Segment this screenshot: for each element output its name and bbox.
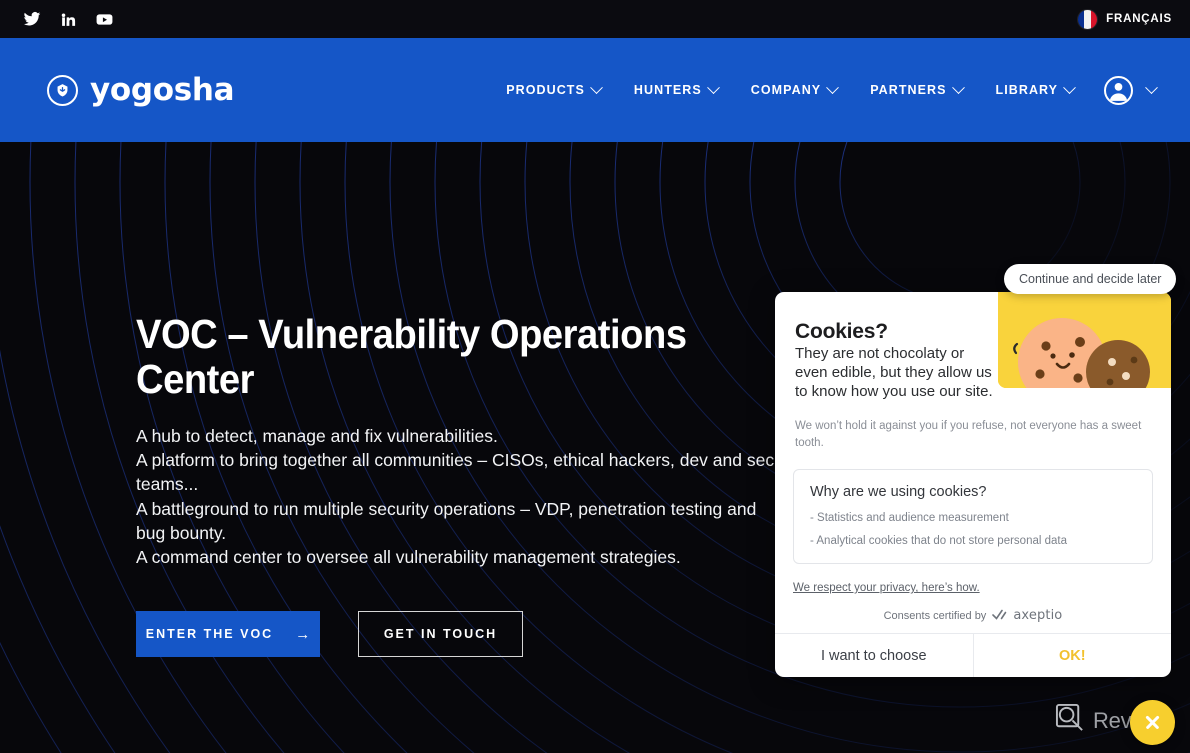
consents-certified: Consents certified by axeptio xyxy=(775,608,1171,623)
main-navigation: yogosha PRODUCTS HUNTERS COMPANY PARTNER… xyxy=(0,38,1190,142)
top-utility-bar: FRANÇAIS xyxy=(0,0,1190,38)
i-want-to-choose-button[interactable]: I want to choose xyxy=(775,634,974,677)
enter-the-voc-label: ENTER THE VOC xyxy=(145,627,274,642)
continue-later-label: Continue and decide later xyxy=(1019,272,1162,286)
hero-line-2: A platform to bring together all communi… xyxy=(136,450,775,495)
chevron-down-icon xyxy=(590,80,603,94)
hero-line-3: A battleground to run multiple security … xyxy=(136,498,757,543)
hero-cta-group: ENTER THE VOC → GET IN TOUCH xyxy=(136,611,836,658)
nav-label-partners: PARTNERS xyxy=(870,83,947,97)
nav-item-library[interactable]: LIBRARY xyxy=(995,80,1076,97)
nav-label-company: COMPANY xyxy=(750,83,822,97)
cookie-actions: I want to choose OK! xyxy=(775,633,1171,677)
certified-prefix: Consents certified by xyxy=(883,609,987,622)
nav-item-company[interactable]: COMPANY xyxy=(750,80,840,97)
linkedin-icon[interactable] xyxy=(58,9,78,29)
page-title: VOC – Vulnerability Operations Center xyxy=(136,311,687,403)
cookie-purpose-item: - Analytical cookies that do not store p… xyxy=(810,535,1067,548)
hero-line-1: A hub to detect, manage and fix vulnerab… xyxy=(136,426,498,447)
chevron-down-icon xyxy=(1063,80,1076,94)
yogosha-mark-icon xyxy=(47,74,78,106)
nav-label-hunters: HUNTERS xyxy=(633,83,702,97)
cookie-illustration xyxy=(998,292,1171,388)
cookie-title: Cookies? xyxy=(795,320,888,343)
cookie-note: We won’t hold it against you if you refu… xyxy=(795,419,1142,449)
cookie-header: Cookies? They are not chocolaty or even … xyxy=(775,292,1020,402)
cookie-purpose-item: - Statistics and audience measurement xyxy=(810,512,1009,525)
language-label: FRANÇAIS xyxy=(1106,13,1172,25)
get-in-touch-button[interactable]: GET IN TOUCH xyxy=(358,611,523,658)
brand-logo[interactable]: yogosha xyxy=(47,71,235,108)
nav-item-hunters[interactable]: HUNTERS xyxy=(633,80,720,97)
cookie-purpose-title: Why are we using cookies? xyxy=(810,484,987,501)
account-menu[interactable] xyxy=(1104,75,1158,105)
arrow-right-icon: → xyxy=(295,625,311,643)
privacy-policy-link[interactable]: We respect your privacy, here’s how. xyxy=(793,582,1171,594)
twitter-icon[interactable] xyxy=(22,9,42,29)
choose-label: I want to choose xyxy=(820,647,927,664)
axeptio-check-icon xyxy=(992,609,1007,623)
chevron-down-icon xyxy=(706,80,720,94)
cookie-consent-dialog: Cookies? They are not chocolaty or even … xyxy=(775,292,1171,677)
youtube-icon[interactable] xyxy=(94,9,114,29)
accept-cookies-button[interactable]: OK! xyxy=(974,634,1172,677)
hero-description: A hub to detect, manage and fix vulnerab… xyxy=(136,424,776,569)
enter-the-voc-button[interactable]: ENTER THE VOC → xyxy=(136,611,320,658)
cookie-subtitle: They are not chocolaty or even edible, b… xyxy=(795,345,993,400)
user-avatar-icon xyxy=(1104,75,1134,105)
nav-label-library: LIBRARY xyxy=(995,83,1059,97)
continue-and-decide-later-button[interactable]: Continue and decide later xyxy=(1004,264,1177,294)
axeptio-brand: axeptio xyxy=(1013,608,1063,624)
chevron-down-icon xyxy=(951,80,965,94)
french-flag-icon xyxy=(1078,9,1098,29)
axeptio-close-widget-button[interactable] xyxy=(1130,700,1175,745)
language-selector[interactable]: FRANÇAIS xyxy=(1078,9,1172,29)
nav-item-products[interactable]: PRODUCTS xyxy=(506,80,603,97)
nav-item-partners[interactable]: PARTNERS xyxy=(870,80,965,97)
get-in-touch-label: GET IN TOUCH xyxy=(383,627,498,642)
social-links xyxy=(22,9,114,29)
chevron-down-icon xyxy=(1145,80,1158,94)
brand-name: yogosha xyxy=(90,71,235,108)
chevron-down-icon xyxy=(826,80,840,94)
cookie-purpose-box: Why are we using cookies? - Statistics a… xyxy=(793,469,1153,565)
ok-label: OK! xyxy=(1058,647,1086,664)
nav-label-products: PRODUCTS xyxy=(506,83,585,97)
nav-items: PRODUCTS HUNTERS COMPANY PARTNERS LIBRAR… xyxy=(506,80,1076,97)
hero-content: VOC – Vulnerability Operations Center A … xyxy=(136,311,836,658)
hero-line-4: A command center to oversee all vulnerab… xyxy=(136,546,681,567)
